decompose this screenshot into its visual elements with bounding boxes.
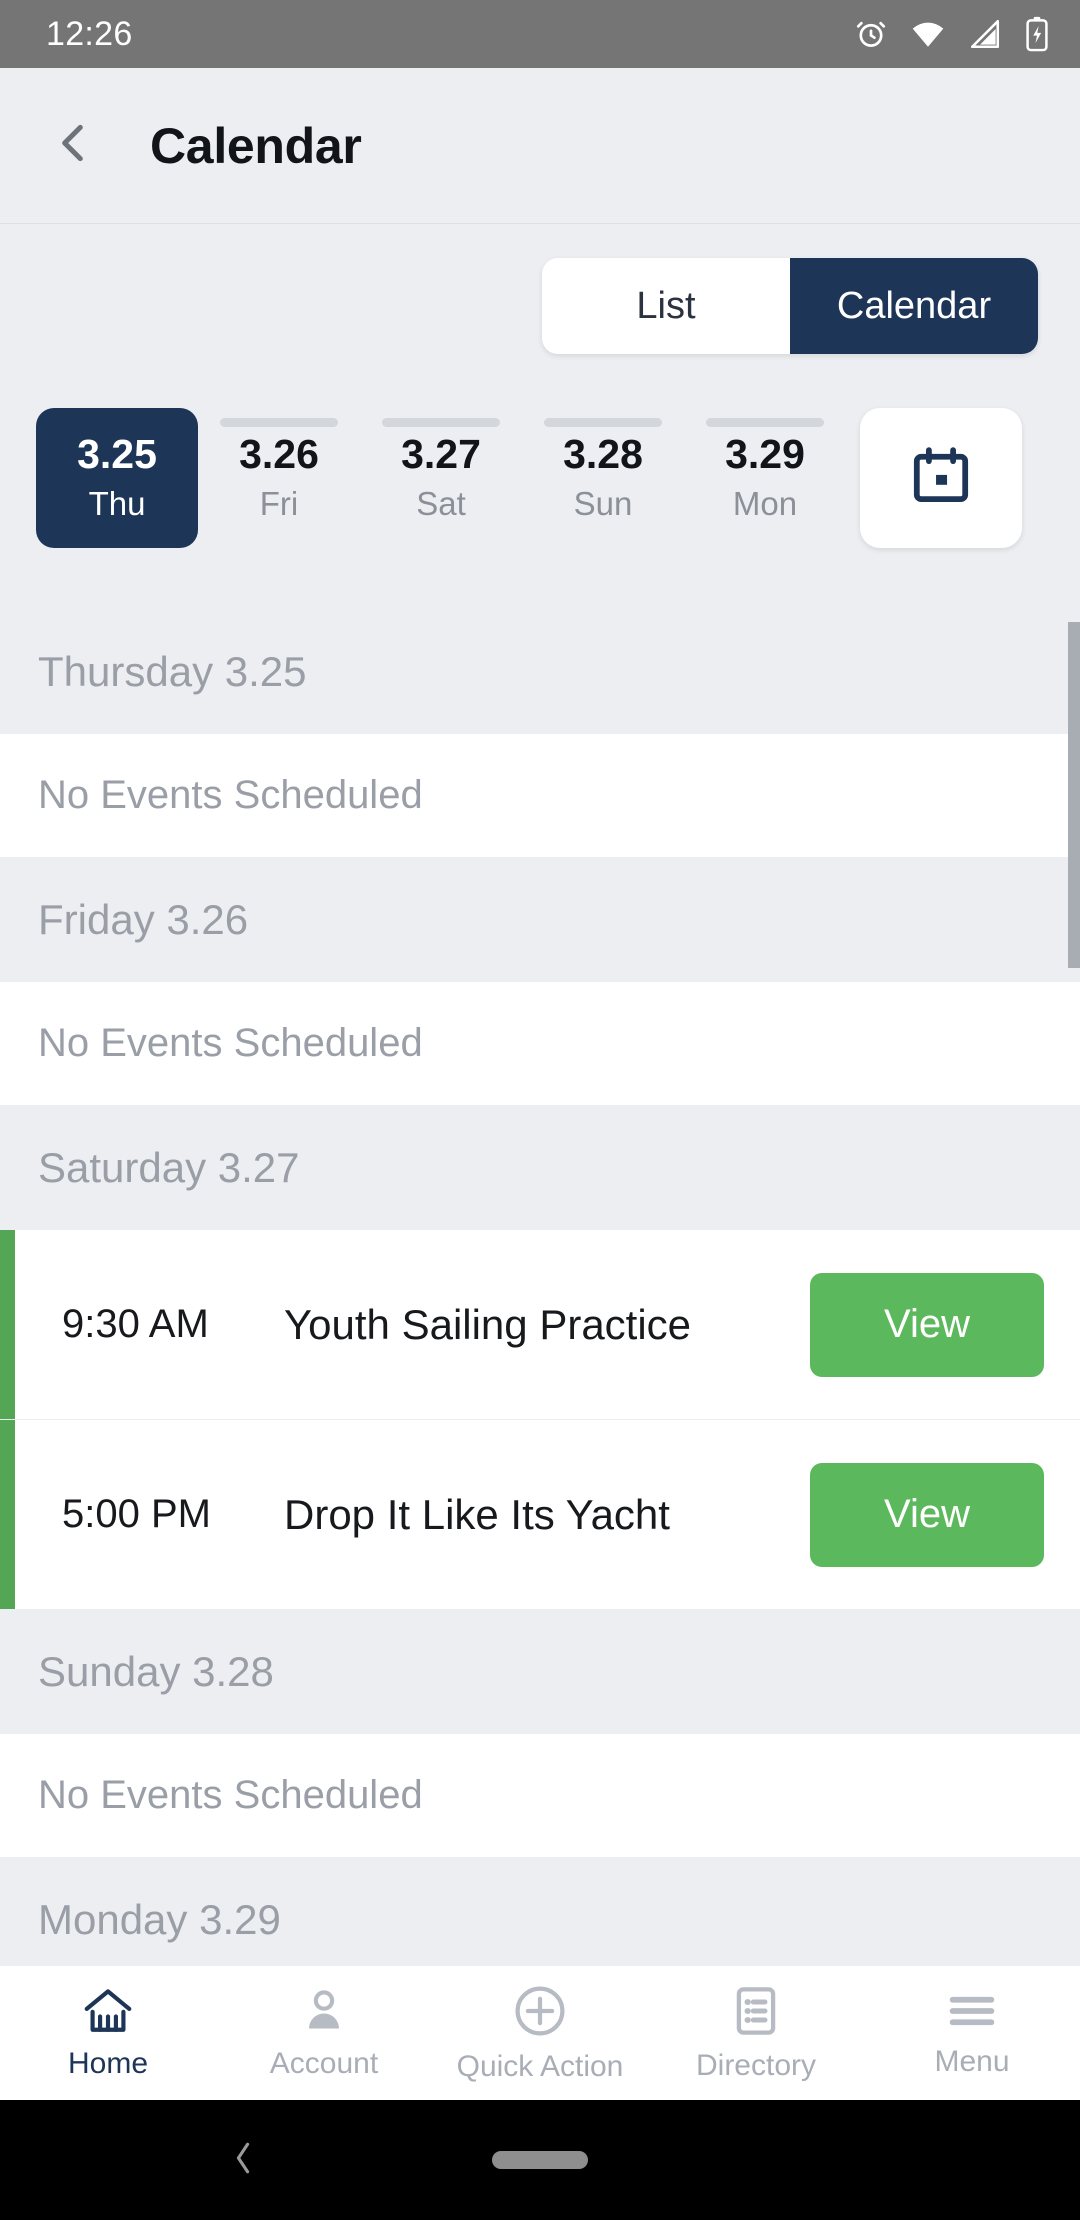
day-section-header: Monday 3.29 [0, 1858, 1080, 1965]
day-section-header: Thursday 3.25 [0, 610, 1080, 734]
tab-list[interactable]: List [542, 258, 790, 354]
signal-icon [968, 17, 1002, 51]
date-cell-bar [220, 418, 338, 427]
date-cell-bar [544, 418, 662, 427]
event-row[interactable]: 9:30 AM Youth Sailing Practice View [0, 1230, 1080, 1420]
view-toggle-row: List Calendar [0, 258, 1080, 354]
nav-label: Home [67, 2046, 149, 2080]
nav-item-account[interactable]: Account [216, 1986, 432, 2081]
nav-item-directory[interactable]: Directory [648, 1984, 864, 2083]
date-cell-2[interactable]: 3.27 Sat [360, 408, 522, 548]
event-row[interactable]: 5:00 PM Drop It Like Its Yacht View [0, 1420, 1080, 1610]
date-weekday: Thu [88, 484, 146, 522]
status-bar-icons [854, 16, 1050, 52]
nav-item-menu[interactable]: Menu [864, 1988, 1080, 2079]
hamburger-menu-icon [945, 1988, 999, 2039]
nav-label: Directory [695, 2048, 816, 2082]
android-home-pill[interactable] [492, 2151, 588, 2169]
android-navigation-bar [0, 2100, 1080, 2220]
back-button[interactable] [18, 118, 128, 173]
date-weekday: Fri [259, 484, 299, 522]
tab-calendar[interactable]: Calendar [790, 258, 1038, 354]
date-cell-bar [706, 418, 824, 427]
date-strip: 3.25 Thu 3.26 Fri 3.27 Sat 3.28 Sun 3.29… [0, 408, 1080, 568]
plus-circle-icon [512, 1983, 568, 2044]
chevron-left-icon [48, 118, 98, 173]
date-weekday: Sun [573, 484, 633, 522]
no-events-row: No Events Scheduled [0, 1734, 1080, 1858]
agenda-list[interactable]: Thursday 3.25 No Events Scheduled Friday… [0, 610, 1080, 1965]
nav-item-quick-action[interactable]: Quick Action [432, 1983, 648, 2084]
vertical-scrollbar[interactable] [1068, 622, 1080, 968]
day-section-header: Saturday 3.27 [0, 1106, 1080, 1230]
wifi-icon [910, 17, 946, 51]
no-events-row: No Events Scheduled [0, 982, 1080, 1106]
view-event-button[interactable]: View [810, 1272, 1044, 1377]
date-cell-4[interactable]: 3.29 Mon [684, 408, 846, 548]
battery-charging-icon [1024, 16, 1050, 52]
date-cell-0[interactable]: 3.25 Thu [36, 408, 198, 548]
status-bar: 12:26 [0, 0, 1080, 68]
home-icon [79, 1986, 137, 2041]
nav-label: Account [269, 2046, 379, 2080]
nav-label: Menu [934, 2044, 1010, 2078]
view-event-button[interactable]: View [810, 1462, 1044, 1567]
event-time: 9:30 AM [62, 1302, 209, 1346]
date-cell-bar [382, 418, 500, 427]
person-icon [298, 1986, 350, 2041]
date-cell-1[interactable]: 3.26 Fri [198, 408, 360, 548]
nav-label: Quick Action [456, 2049, 624, 2083]
nav-item-home[interactable]: Home [0, 1986, 216, 2081]
calendar-icon [908, 443, 974, 514]
phone-screen: 12:26 Calendar List Calendar 3.25 Thu 3.… [0, 0, 1080, 2220]
date-number: 3.25 [77, 431, 157, 478]
app-header: Calendar [0, 68, 1080, 224]
page-title: Calendar [150, 117, 362, 174]
android-back-button[interactable] [228, 2136, 258, 2185]
event-accent-bar [0, 1230, 15, 1419]
event-title: Youth Sailing Practice [284, 1300, 692, 1348]
date-number: 3.29 [725, 431, 805, 478]
date-number: 3.27 [401, 431, 481, 478]
event-title: Drop It Like Its Yacht [284, 1490, 670, 1538]
view-toggle[interactable]: List Calendar [542, 258, 1038, 354]
day-section-header: Friday 3.26 [0, 858, 1080, 982]
day-section-header: Sunday 3.28 [0, 1610, 1080, 1734]
event-time: 5:00 PM [62, 1492, 211, 1536]
date-number: 3.28 [563, 431, 643, 478]
status-bar-clock: 12:26 [46, 14, 133, 53]
date-cell-3[interactable]: 3.28 Sun [522, 408, 684, 548]
calendar-picker-button[interactable] [860, 408, 1022, 548]
alarm-icon [854, 17, 888, 51]
event-accent-bar [0, 1420, 15, 1609]
bottom-navigation: Home Account Quick Action Directory Menu [0, 1965, 1080, 2100]
no-events-row: No Events Scheduled [0, 734, 1080, 858]
list-document-icon [731, 1984, 781, 2043]
date-weekday: Mon [732, 484, 798, 522]
date-number: 3.26 [239, 431, 319, 478]
date-weekday: Sat [416, 484, 466, 522]
